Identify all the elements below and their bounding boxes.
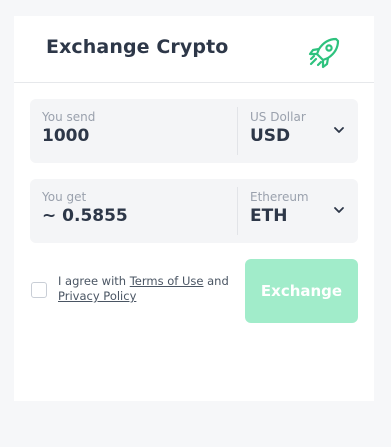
exchange-button[interactable]: Exchange xyxy=(245,259,358,323)
send-currency-name: US Dollar xyxy=(250,110,306,124)
agreement-text: I agree with Terms of Use and Privacy Pol… xyxy=(58,274,243,304)
get-amount-display: You get ~ 0.5855 xyxy=(30,179,237,243)
privacy-policy-link[interactable]: Privacy Policy xyxy=(58,289,136,303)
get-currency-select[interactable]: Ethereum ETH xyxy=(238,179,358,243)
page-title: Exchange Crypto xyxy=(46,36,229,58)
agreement-prefix: I agree with xyxy=(58,274,130,288)
chevron-down-icon[interactable] xyxy=(332,123,346,137)
agreement-and: and xyxy=(203,274,229,288)
get-amount: ~ 0.5855 xyxy=(42,206,128,226)
send-currency-code: USD xyxy=(250,126,291,146)
get-label: You get xyxy=(42,190,87,204)
get-currency-name: Ethereum xyxy=(250,190,309,204)
send-currency-select[interactable]: US Dollar USD xyxy=(238,99,358,163)
agree-checkbox[interactable] xyxy=(31,282,47,298)
widget-header: Exchange Crypto xyxy=(14,16,374,83)
send-amount[interactable]: 1000 xyxy=(42,126,89,146)
chevron-down-icon[interactable] xyxy=(332,203,346,217)
rocket-icon xyxy=(308,37,340,69)
exchange-widget: Exchange Crypto You send 1000 US Dollar … xyxy=(14,16,374,401)
get-field: You get ~ 0.5855 Ethereum ETH xyxy=(30,179,358,243)
send-field: You send 1000 US Dollar USD xyxy=(30,99,358,163)
agreement-row: I agree with Terms of Use and Privacy Pol… xyxy=(30,259,358,323)
terms-of-use-link[interactable]: Terms of Use xyxy=(130,274,204,288)
send-amount-input[interactable]: You send 1000 xyxy=(30,99,237,163)
send-label: You send xyxy=(42,110,96,124)
get-currency-code: ETH xyxy=(250,206,288,226)
